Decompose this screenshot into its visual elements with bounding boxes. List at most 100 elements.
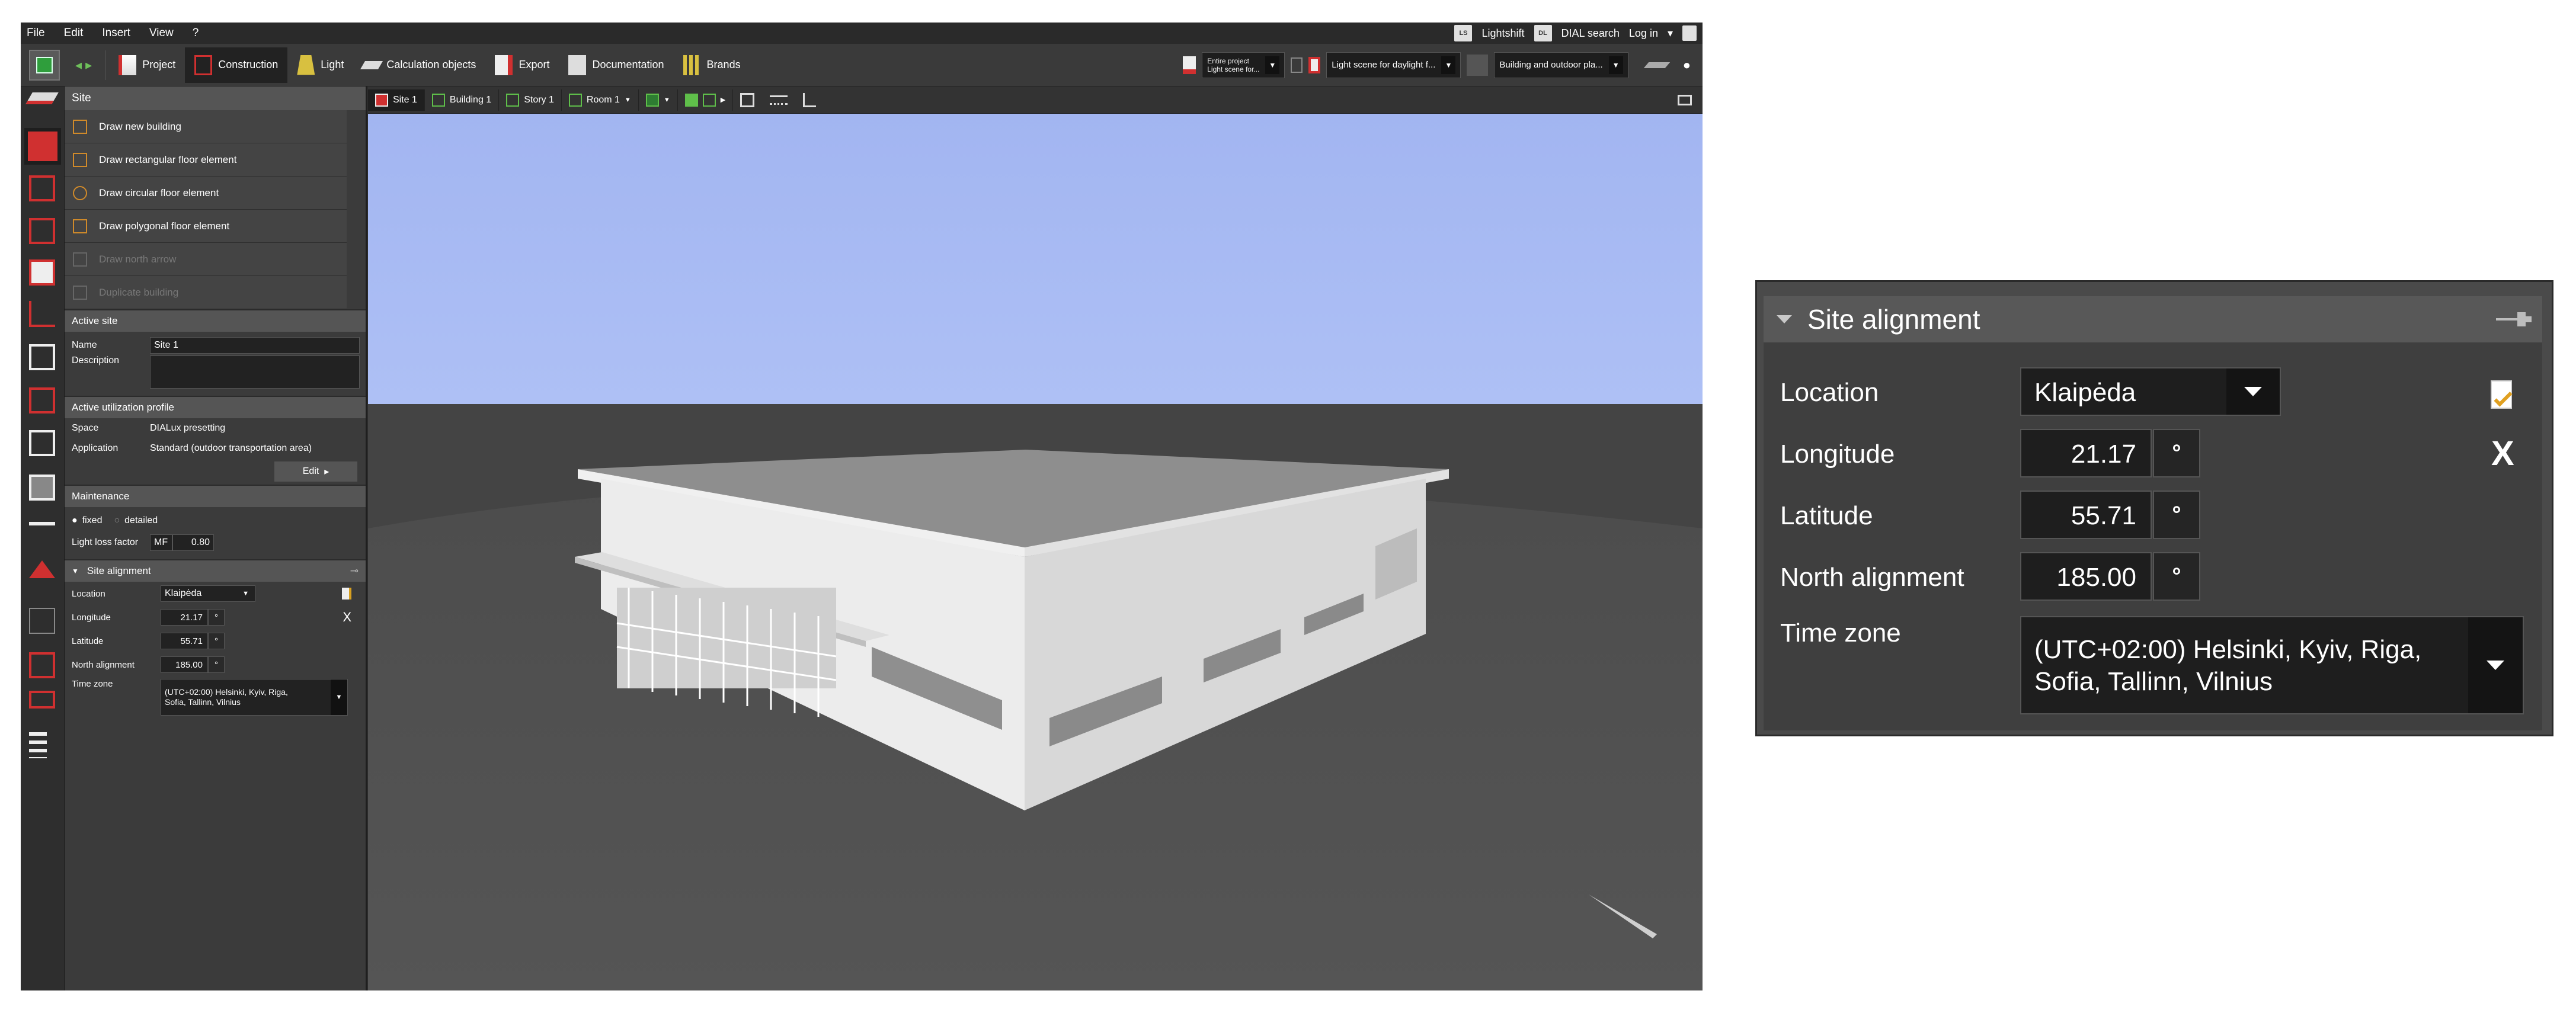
close-icon[interactable]: X [343, 610, 351, 625]
edit-button[interactable]: Edit ▸ [274, 461, 357, 482]
edit-location-icon[interactable] [342, 588, 351, 600]
undo-redo-icon[interactable]: ◂ ▸ [75, 57, 92, 73]
longitude-field-small[interactable]: 21.17 [161, 609, 208, 626]
tab-site[interactable]: Site 1 [368, 89, 425, 111]
chevron-right-icon[interactable]: ▶ [721, 96, 725, 104]
site-tool-icon[interactable] [24, 128, 61, 165]
scene-settings-icon[interactable] [1467, 54, 1489, 76]
tab-building[interactable]: Building 1 [425, 89, 500, 111]
pin-icon[interactable] [2496, 310, 2532, 328]
fit-width-icon[interactable] [770, 95, 788, 105]
dialux-search-link[interactable]: DIAL search [1561, 27, 1620, 40]
tab-brands[interactable]: Brands [674, 47, 750, 83]
close-icon[interactable]: X [2491, 434, 2514, 473]
site-alignment-header-small[interactable]: ▼ Site alignment ⊸ [65, 559, 366, 582]
chevron-down-icon[interactable]: ▼ [331, 679, 347, 715]
menu-edit[interactable]: Edit [64, 27, 84, 40]
furniture-tool-icon[interactable] [29, 522, 55, 534]
dialux-search-icon[interactable]: DL [1534, 25, 1552, 41]
chevron-down-icon[interactable]: ▼ [1265, 56, 1280, 74]
user-avatar-icon[interactable] [1682, 25, 1697, 41]
time-zone-dropdown[interactable]: (UTC+02:00) Helsinki, Kyiv, Riga, Sofia,… [2020, 616, 2524, 714]
timezone-dropdown-small[interactable]: (UTC+02:00) Helsinki, Kyiv, Riga, Sofia,… [161, 679, 348, 716]
lightshift-link[interactable]: Lightshift [1481, 27, 1524, 40]
detailed-radio[interactable]: ○ [114, 515, 120, 526]
chevron-down-icon[interactable]: ▾ [1668, 27, 1673, 40]
fixed-radio[interactable]: ● [72, 515, 78, 526]
view-mode-dropdown[interactable]: Building and outdoor pla... ▼ [1494, 52, 1628, 78]
login-menu[interactable]: Log in [1629, 27, 1658, 40]
zoom-extents-icon[interactable] [740, 92, 755, 107]
menu-insert[interactable]: Insert [102, 27, 130, 40]
grid-tool-icon[interactable] [29, 732, 47, 758]
chevron-down-icon[interactable]: ▼ [242, 590, 249, 597]
chevron-down-icon[interactable]: ▼ [664, 97, 670, 104]
scene-icon[interactable] [1308, 56, 1321, 73]
collapse-arrow-icon[interactable]: ▼ [72, 567, 79, 575]
opening-tool-icon[interactable] [29, 387, 55, 413]
llf-field[interactable]: 0.80 [172, 534, 214, 551]
latitude-field-small[interactable]: 55.71 [161, 633, 208, 649]
latitude-field[interactable]: 55.71 [2020, 491, 2152, 539]
save-icon[interactable] [29, 49, 60, 81]
menu-help[interactable]: ? [193, 27, 199, 40]
longitude-field[interactable]: 21.17 [2020, 429, 2152, 477]
draw-circular-floor-button[interactable]: Draw circular floor element [65, 177, 347, 210]
chevron-down-icon[interactable]: ▼ [1608, 56, 1623, 74]
tab-construction[interactable]: Construction [185, 47, 288, 83]
tab-project[interactable]: Project [109, 47, 185, 83]
floor-tool-icon[interactable] [25, 92, 59, 104]
view-mode-3d-button[interactable]: ▶ [678, 89, 734, 111]
duplicate-building-button[interactable]: Duplicate building [65, 276, 347, 309]
chevron-down-icon[interactable]: ▼ [1441, 56, 1456, 74]
edit-location-icon[interactable] [2488, 376, 2519, 412]
name-field[interactable]: Site 1 [150, 337, 360, 354]
collapse-arrow-icon[interactable] [1777, 315, 1792, 323]
draw-new-building-button[interactable]: Draw new building [65, 110, 347, 143]
3d-viewport[interactable] [368, 114, 1703, 990]
menu-view[interactable]: View [149, 27, 174, 40]
storey-tool-icon[interactable] [29, 218, 55, 244]
section-tool-icon[interactable] [29, 652, 55, 678]
view-mode-2d-button[interactable]: ▼ [639, 89, 678, 111]
plane-icon[interactable] [1643, 62, 1670, 68]
description-field[interactable] [150, 355, 360, 389]
pin-icon[interactable]: ⊸ [350, 565, 359, 577]
axis-icon[interactable] [803, 92, 817, 107]
tab-story[interactable]: Story 1 [499, 89, 562, 111]
measure-tool-icon[interactable] [29, 608, 55, 634]
window-tool-icon[interactable] [29, 430, 55, 456]
site-alignment-header[interactable]: Site alignment [1764, 296, 2542, 342]
notification-icon[interactable]: ● [1683, 57, 1691, 73]
location-dropdown-small[interactable]: Klaipėda ▼ [161, 585, 255, 602]
tab-export[interactable]: Export [485, 47, 559, 83]
north-alignment-field[interactable]: 185.00 [2020, 552, 2152, 601]
roof-tool-icon[interactable] [29, 560, 55, 578]
tab-documentation[interactable]: Documentation [559, 47, 673, 83]
tab-room[interactable]: Room 1 ▼ [562, 89, 639, 111]
tab-calculation-objects[interactable]: Calculation objects [353, 47, 485, 83]
north-field-small[interactable]: 185.00 [161, 656, 208, 673]
edit-row: Edit ▸ [65, 459, 366, 485]
north-alignment-value: 185.00 [2056, 563, 2136, 592]
lightshift-icon[interactable]: LS [1454, 25, 1473, 41]
draw-polygonal-floor-button[interactable]: Draw polygonal floor element [65, 210, 347, 243]
draw-north-arrow-button[interactable]: Draw north arrow [65, 243, 347, 276]
building-tool-icon[interactable] [29, 175, 55, 201]
object-tool-icon[interactable] [29, 475, 55, 501]
chevron-down-icon[interactable] [2226, 368, 2280, 415]
luminaire-icon[interactable] [1291, 57, 1303, 73]
light-scene-dropdown[interactable]: Light scene for daylight f... ▼ [1326, 52, 1461, 78]
draw-rectangular-floor-button[interactable]: Draw rectangular floor element [65, 143, 347, 177]
room-tool-icon[interactable] [29, 259, 55, 286]
scope-dropdown[interactable]: Entire project Light scene for... ▼ [1202, 52, 1285, 78]
menu-file[interactable]: File [27, 27, 45, 40]
rectangle-tool-icon[interactable] [29, 691, 55, 709]
location-dropdown[interactable]: Klaipėda [2020, 367, 2281, 416]
polygon-room-icon[interactable] [29, 301, 55, 327]
display-settings-icon[interactable] [1678, 94, 1692, 105]
tab-light[interactable]: Light [287, 47, 353, 83]
chevron-down-icon[interactable]: ▼ [625, 97, 631, 104]
chevron-down-icon[interactable] [2468, 617, 2523, 713]
wall-tool-icon[interactable] [29, 344, 55, 370]
